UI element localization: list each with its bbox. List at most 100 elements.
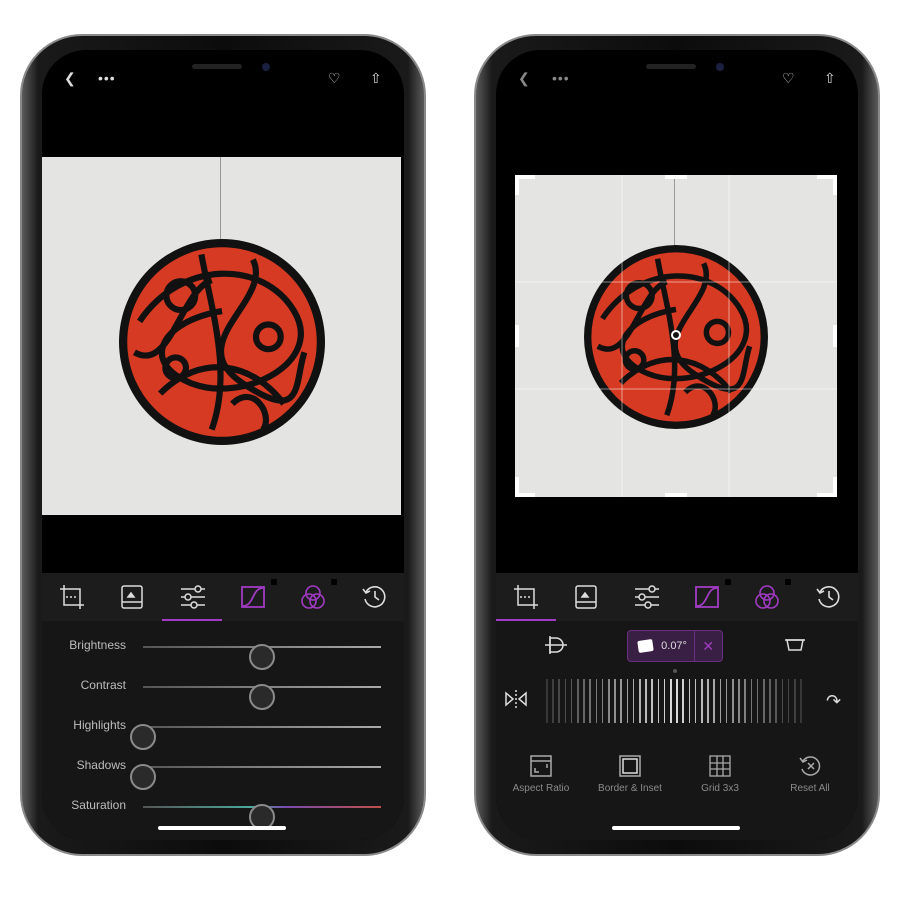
- home-indicator: [158, 826, 286, 830]
- heart-icon[interactable]: ♡: [782, 70, 795, 87]
- ruler-tick: [608, 679, 610, 723]
- slider-label: Highlights: [73, 718, 126, 732]
- history-icon[interactable]: [356, 579, 392, 615]
- color-mix-icon[interactable]: [749, 579, 792, 615]
- straighten-chip[interactable]: 0.07° ✕: [627, 630, 723, 662]
- phone-left: ❮ ••• ♡ ⇧ Brightness Contrast Highlights Sh…: [20, 34, 426, 856]
- ruler-tick: [558, 679, 560, 723]
- ruler-tick: [787, 679, 790, 723]
- image-icon[interactable]: [568, 579, 604, 615]
- slider-knob[interactable]: [249, 684, 275, 710]
- button-label: Aspect Ratio: [512, 783, 570, 794]
- lock-icon: [331, 579, 338, 585]
- ruler-tick: [688, 679, 691, 723]
- crop-icon[interactable]: [508, 579, 544, 615]
- back-icon[interactable]: ❮: [518, 70, 530, 87]
- ruler-tick: [732, 679, 734, 723]
- straighten-ruler[interactable]: [546, 679, 802, 723]
- ruler-tick: [663, 679, 666, 723]
- ruler-tick: [589, 679, 591, 723]
- ruler-tick: [595, 679, 598, 723]
- ruler-tick: [769, 679, 771, 723]
- share-icon[interactable]: ⇧: [370, 70, 382, 87]
- slider-shadows: Shadows: [42, 756, 404, 790]
- ruler-tick: [676, 679, 678, 723]
- share-icon[interactable]: ⇧: [824, 70, 836, 87]
- reset-all-button[interactable]: Reset All: [770, 755, 850, 794]
- ruler-tick: [564, 679, 567, 723]
- speaker: [192, 64, 242, 69]
- flip-icon[interactable]: [504, 689, 528, 714]
- ruler-tick: [601, 679, 604, 723]
- crop-photo[interactable]: [515, 175, 837, 497]
- ruler-tick: [750, 679, 753, 723]
- ruler-tick: [701, 679, 703, 723]
- heart-icon[interactable]: ♡: [328, 70, 341, 87]
- button-label: Reset All: [790, 783, 830, 794]
- slider-knob[interactable]: [130, 724, 156, 750]
- slider-track[interactable]: [143, 644, 381, 670]
- horizontal-perspective-icon[interactable]: [784, 635, 806, 658]
- camera: [262, 63, 270, 71]
- image-icon[interactable]: [114, 579, 150, 615]
- border-inset-button[interactable]: Border & Inset: [590, 755, 670, 794]
- speaker: [646, 64, 696, 69]
- ruler-tick: [719, 679, 722, 723]
- aspect-ratio-button[interactable]: Aspect Ratio: [501, 755, 581, 794]
- ruler-tick: [781, 679, 784, 723]
- photo[interactable]: [42, 157, 401, 515]
- button-label: Border & Inset: [598, 783, 662, 794]
- more-icon[interactable]: •••: [552, 70, 570, 86]
- slider-knob[interactable]: [249, 644, 275, 670]
- vertical-perspective-icon[interactable]: [544, 635, 568, 660]
- tool-bar: [496, 573, 858, 621]
- slider-label: Shadows: [76, 758, 126, 772]
- straighten-value: 0.07°: [661, 640, 687, 652]
- ruler-tick: [651, 679, 653, 723]
- history-icon[interactable]: [810, 579, 846, 615]
- grid-button[interactable]: Grid 3x3: [680, 755, 760, 794]
- slider-knob[interactable]: [130, 764, 156, 790]
- crop-panel: 0.07° ✕ ↷: [496, 621, 858, 840]
- crop-icon[interactable]: [54, 579, 90, 615]
- adjust-sliders-icon[interactable]: [629, 579, 665, 615]
- ruler-tick: [713, 679, 715, 723]
- ruler-tick: [632, 679, 635, 723]
- back-icon[interactable]: ❮: [64, 70, 76, 87]
- curves-icon[interactable]: [689, 579, 732, 615]
- more-icon[interactable]: •••: [98, 70, 116, 86]
- slider-track[interactable]: [130, 764, 381, 790]
- ruler-tick: [577, 679, 579, 723]
- ruler-tick: [694, 679, 697, 723]
- straighten-icon: [637, 639, 654, 653]
- screen-right: ❮ ••• ♡ ⇧ 0.07° ✕ ↷ Aspect Ratio Border …: [496, 50, 858, 840]
- ruler-tick: [645, 679, 647, 723]
- tool-bar: [42, 573, 404, 621]
- clear-icon[interactable]: ✕: [693, 631, 722, 661]
- screen-left: ❮ ••• ♡ ⇧ Brightness Contrast Highlights Sh…: [42, 50, 404, 840]
- slider-track[interactable]: [130, 724, 381, 750]
- ruler-tick: [738, 679, 740, 723]
- ruler-tick: [794, 679, 796, 723]
- slider-label: Contrast: [80, 678, 126, 692]
- rotate-icon[interactable]: ↷: [826, 691, 841, 712]
- ruler-tick: [546, 679, 548, 723]
- color-mix-icon[interactable]: [295, 579, 338, 615]
- adjust-sliders-icon[interactable]: [175, 579, 211, 615]
- phone-right: ❮ ••• ♡ ⇧ 0.07° ✕ ↷ Aspect Ratio Border …: [474, 34, 880, 856]
- ruler-tick: [614, 679, 616, 723]
- slider-track[interactable]: [143, 804, 381, 830]
- ruler-tick: [775, 679, 777, 723]
- ruler-tick: [552, 679, 554, 723]
- ruler-tick: [620, 679, 622, 723]
- slider-brightness: Brightness: [42, 636, 404, 670]
- slider-contrast: Contrast: [42, 676, 404, 710]
- ruler-tick: [639, 679, 641, 723]
- slider-track[interactable]: [143, 684, 381, 710]
- curves-icon[interactable]: [235, 579, 278, 615]
- ruler-tick: [725, 679, 728, 723]
- ruler-tick: [756, 679, 759, 723]
- center-dot: [673, 669, 677, 673]
- ruler-tick: [670, 679, 672, 723]
- ruler-tick: [657, 679, 660, 723]
